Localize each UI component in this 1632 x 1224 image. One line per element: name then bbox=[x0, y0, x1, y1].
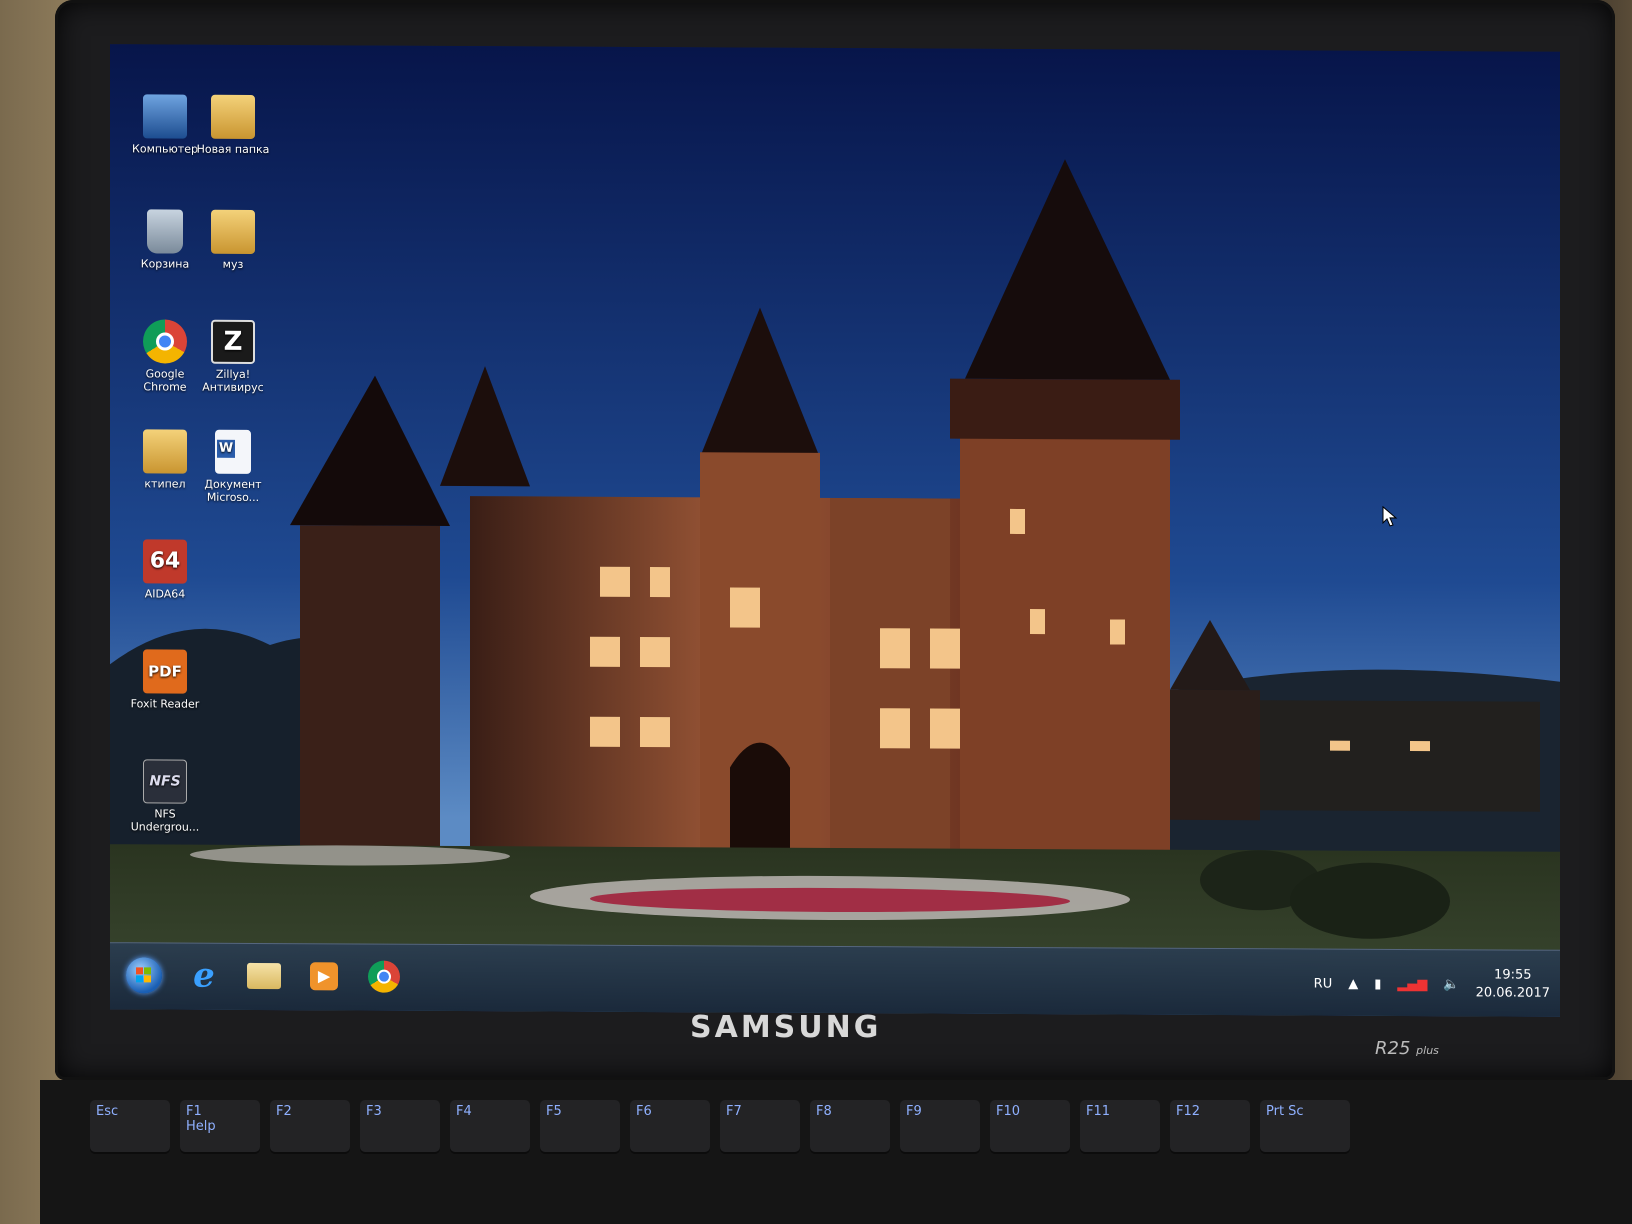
desktop-icon-muz[interactable]: муз bbox=[192, 209, 274, 271]
key-f8[interactable]: F8 bbox=[810, 1100, 890, 1152]
key-label: F4 bbox=[456, 1104, 472, 1119]
chrome-icon bbox=[368, 960, 400, 993]
desktop-wallpaper bbox=[110, 44, 1560, 1017]
laptop-model-label: R25 plus bbox=[1375, 1038, 1439, 1059]
recycle-bin-icon bbox=[147, 209, 183, 254]
key-label: F11 bbox=[1086, 1104, 1111, 1119]
desktop-icon-aida64[interactable]: 64 AIDA64 bbox=[124, 539, 206, 601]
key-label: F10 bbox=[996, 1104, 1021, 1119]
desktop-icon-label: NFS Undergrou... bbox=[130, 807, 200, 834]
key-f5[interactable]: F5 bbox=[540, 1100, 620, 1152]
key-label: F2 bbox=[276, 1104, 292, 1119]
taskbar-internet-explorer[interactable]: e bbox=[178, 952, 230, 1000]
desktop-icon-foxit[interactable]: PDF Foxit Reader bbox=[124, 649, 206, 711]
key-label: F7 bbox=[726, 1104, 742, 1119]
network-icon[interactable]: ▂▄▆ bbox=[1397, 976, 1427, 991]
function-key-row: Esc F1 Help F2 F3 F4 F5 F6 F7 F8 F9 F10 F… bbox=[60, 1100, 1632, 1160]
laptop-brand-logo: SAMSUNG bbox=[690, 1010, 882, 1045]
internet-explorer-icon: e bbox=[193, 955, 215, 996]
media-player-icon: ▶ bbox=[310, 962, 338, 991]
desktop-icon-label: Новая папка bbox=[196, 142, 270, 157]
aida64-icon: 64 bbox=[143, 539, 187, 584]
desktop-icon-nfs[interactable]: NFS NFS Undergrou... bbox=[124, 759, 206, 834]
folder-icon bbox=[143, 429, 187, 474]
key-f10[interactable]: F10 bbox=[990, 1100, 1070, 1152]
key-f7[interactable]: F7 bbox=[720, 1100, 800, 1152]
key-f11[interactable]: F11 bbox=[1080, 1100, 1160, 1152]
word-document-icon: W bbox=[215, 429, 251, 474]
key-label: F6 bbox=[636, 1104, 652, 1119]
key-prtsc[interactable]: Prt Sc bbox=[1260, 1100, 1350, 1152]
chrome-icon bbox=[143, 319, 187, 364]
taskbar-media-player[interactable]: ▶ bbox=[298, 952, 350, 1000]
show-hidden-icons-icon[interactable]: ▲ bbox=[1348, 976, 1358, 991]
start-button[interactable] bbox=[118, 951, 170, 999]
folder-icon bbox=[211, 209, 255, 254]
desktop-icon-zillya[interactable]: Z Zillya! Антивирус bbox=[192, 319, 274, 395]
system-tray: RU ▲ ▮ ▂▄▆ 🔈 19:55 20.06.2017 bbox=[1314, 960, 1550, 1009]
laptop-model-name: R25 bbox=[1375, 1038, 1411, 1059]
file-explorer-icon bbox=[247, 962, 281, 990]
desktop-icon-label: AIDA64 bbox=[144, 587, 186, 601]
key-f12[interactable]: F12 bbox=[1170, 1100, 1250, 1152]
taskbar-chrome[interactable] bbox=[358, 953, 410, 1001]
key-f9[interactable]: F9 bbox=[900, 1100, 980, 1152]
taskbar-file-explorer[interactable] bbox=[238, 952, 290, 1000]
clock-date: 20.06.2017 bbox=[1475, 985, 1550, 1001]
key-label: Prt Sc bbox=[1266, 1104, 1304, 1119]
key-label: F8 bbox=[816, 1104, 832, 1119]
key-label: F12 bbox=[1176, 1104, 1201, 1119]
mouse-cursor-icon bbox=[1382, 505, 1398, 527]
desktop-icon-label: Документ Microso... bbox=[204, 477, 262, 504]
game-icon: NFS bbox=[143, 759, 187, 804]
desktop-icon-new-folder[interactable]: Новая папка bbox=[192, 94, 274, 157]
desktop-icon-word-doc[interactable]: W Документ Microso... bbox=[192, 429, 274, 504]
laptop-model-suffix: plus bbox=[1416, 1044, 1439, 1057]
key-sublabel: Help bbox=[186, 1119, 216, 1134]
computer-icon bbox=[143, 94, 187, 139]
desktop-icon-label: муз bbox=[222, 257, 244, 271]
laptop-screen: Компьютер Новая папка Корзина муз Google… bbox=[110, 44, 1560, 1017]
key-label: F3 bbox=[366, 1104, 382, 1119]
desktop-icon-label: Zillya! Антивирус bbox=[202, 367, 264, 395]
antivirus-icon: Z bbox=[211, 319, 255, 364]
windows-logo-icon bbox=[126, 957, 162, 994]
folder-icon bbox=[211, 94, 255, 139]
key-label: Esc bbox=[96, 1104, 119, 1119]
volume-icon[interactable]: 🔈 bbox=[1443, 977, 1459, 992]
clock[interactable]: 19:55 20.06.2017 bbox=[1476, 966, 1550, 1002]
key-f1[interactable]: F1 Help bbox=[180, 1100, 260, 1152]
language-indicator[interactable]: RU bbox=[1314, 976, 1333, 991]
key-label: F1 bbox=[186, 1104, 202, 1119]
taskbar: e ▶ RU ▲ ▮ ▂▄▆ 🔈 19:55 20.06.2017 bbox=[110, 942, 1560, 1017]
pdf-reader-icon: PDF bbox=[143, 649, 187, 694]
key-label: F5 bbox=[546, 1104, 562, 1119]
key-f2[interactable]: F2 bbox=[270, 1100, 350, 1152]
key-esc[interactable]: Esc bbox=[90, 1100, 170, 1152]
key-f4[interactable]: F4 bbox=[450, 1100, 530, 1152]
key-f6[interactable]: F6 bbox=[630, 1100, 710, 1152]
clock-time: 19:55 bbox=[1494, 967, 1532, 983]
desktop-icon-label: Foxit Reader bbox=[130, 697, 200, 711]
laptop-keyboard-deck: Esc F1 Help F2 F3 F4 F5 F6 F7 F8 F9 F10 F… bbox=[40, 1080, 1632, 1224]
key-label: F9 bbox=[906, 1104, 922, 1119]
key-f3[interactable]: F3 bbox=[360, 1100, 440, 1152]
battery-icon[interactable]: ▮ bbox=[1374, 976, 1381, 991]
